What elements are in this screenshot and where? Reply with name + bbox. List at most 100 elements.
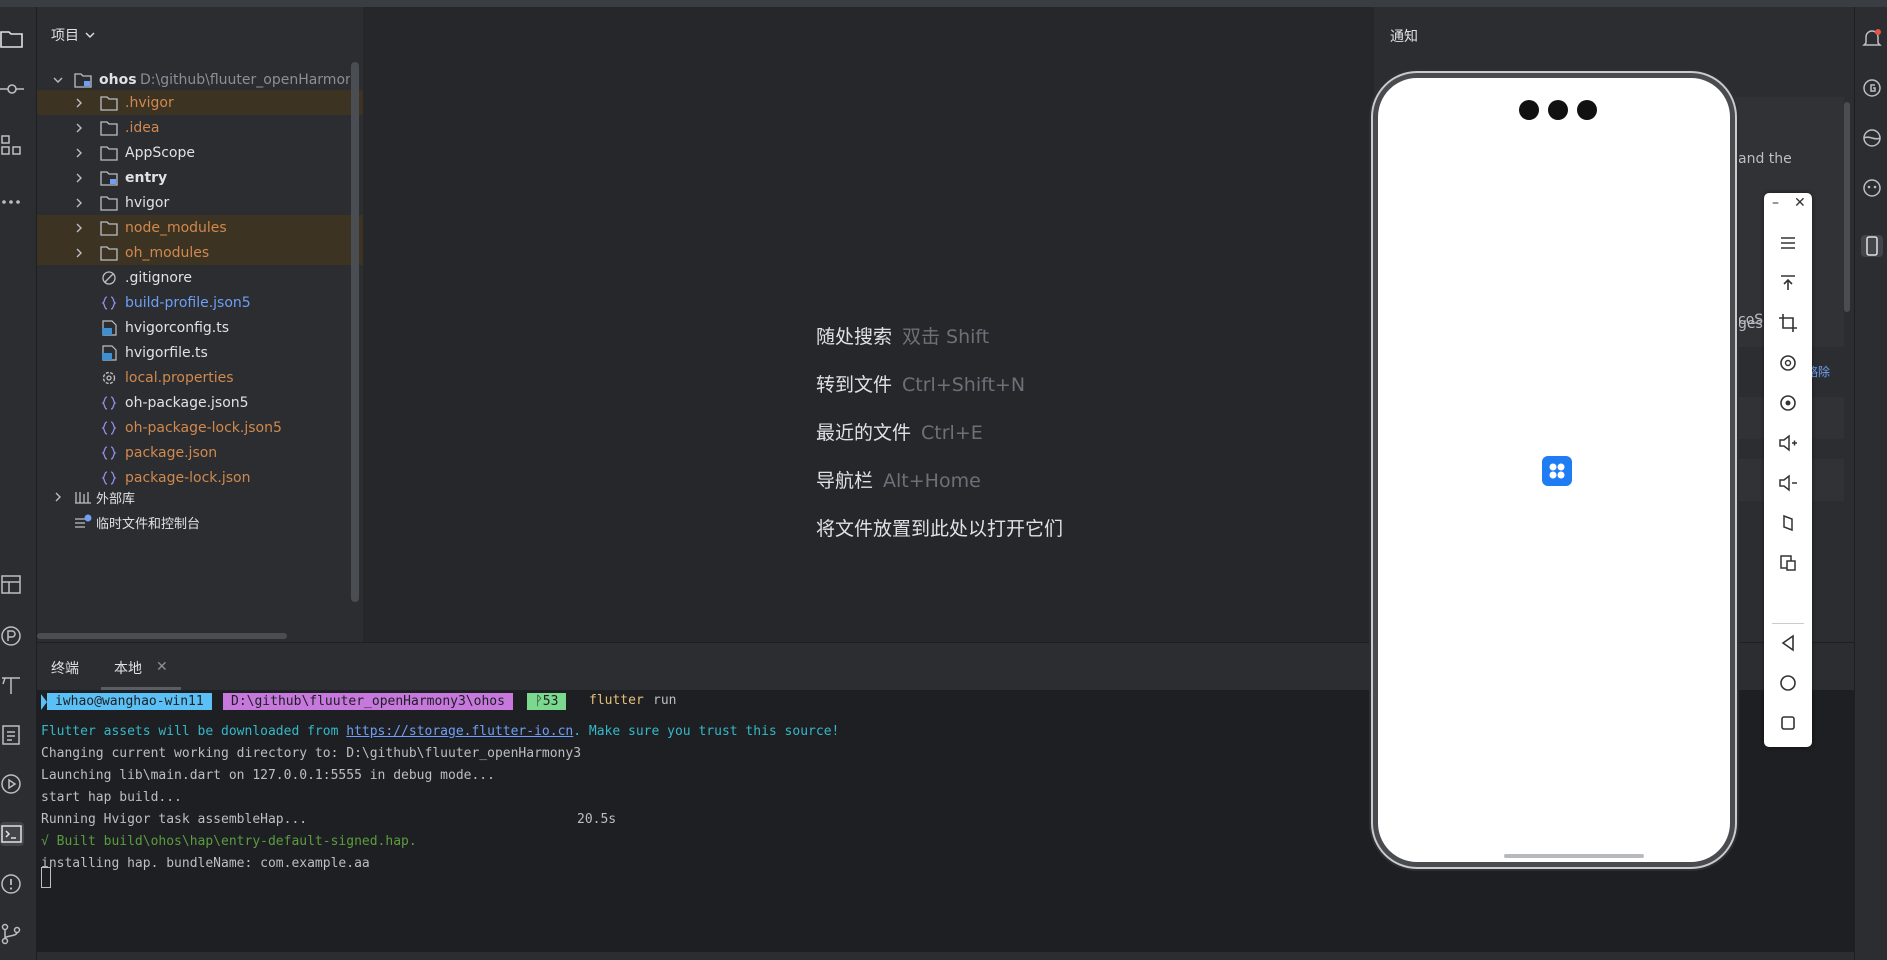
prompt-branch: ᚹ53	[527, 693, 567, 710]
device-manager-icon[interactable]	[1861, 235, 1883, 257]
module-folder-icon	[100, 170, 118, 186]
settings-file-icon	[102, 371, 116, 384]
terminal-tab-local[interactable]: 本地	[114, 658, 142, 678]
tree-item-label: hvigor	[125, 194, 170, 211]
tree-item[interactable]: .gitignore	[37, 265, 363, 290]
pin-top-icon[interactable]	[1778, 273, 1798, 293]
tree-item[interactable]: package.json	[37, 440, 363, 465]
tree-item[interactable]: oh_modules	[37, 240, 363, 265]
problems-icon[interactable]	[0, 872, 24, 896]
profiler-icon[interactable]	[0, 624, 24, 648]
tree-item[interactable]: node_modules	[37, 215, 363, 240]
tree-item[interactable]: entry	[37, 165, 363, 190]
tree-item[interactable]: oh-package-lock.json5	[37, 415, 363, 440]
minimize-icon[interactable]: –	[1772, 195, 1779, 211]
fold-icon[interactable]	[1778, 513, 1798, 533]
close-tab-icon[interactable]: ✕	[156, 659, 168, 675]
chevron-down-icon[interactable]	[53, 75, 63, 85]
project-folder-icon[interactable]	[0, 27, 24, 51]
terminal-tab-title[interactable]: 终端	[51, 658, 79, 678]
terminal-line: installing hap. bundleName: com.example.…	[41, 856, 370, 871]
crop-screenshot-icon[interactable]	[1778, 313, 1798, 333]
tree-item[interactable]: AppScope	[37, 140, 363, 165]
layout-icon[interactable]	[0, 573, 24, 597]
camera-dot	[1519, 100, 1539, 120]
chevron-down-icon	[85, 32, 95, 38]
tree-item[interactable]: oh-package.json5	[37, 390, 363, 415]
ai-assistant-icon[interactable]	[1861, 177, 1883, 199]
chevron-right-icon[interactable]	[53, 492, 63, 502]
chevron-right-icon[interactable]	[74, 198, 84, 208]
terminal-duration: 20.5s	[577, 812, 617, 827]
notifications-title: 通知	[1390, 29, 1418, 45]
json-file-icon	[101, 445, 117, 460]
tree-item[interactable]: build-profile.json5	[37, 290, 363, 315]
notifications-scrollbar[interactable]	[1844, 102, 1850, 312]
volume-up-icon[interactable]	[1778, 433, 1798, 453]
project-panel: 项目 ohos D:\github\fluuter_openHarmony3 .…	[37, 7, 363, 642]
project-horizontal-scrollbar[interactable]	[37, 633, 287, 639]
hint-action: 转到文件	[816, 374, 893, 396]
terminal-icon[interactable]	[0, 822, 24, 846]
copilot-icon[interactable]	[1861, 77, 1883, 99]
tree-item[interactable]: hvigorconfig.ts	[37, 315, 363, 340]
folder-icon	[100, 120, 118, 136]
terminal-line: Flutter assets will be downloaded from h…	[41, 724, 839, 739]
prompt-arg: run	[653, 693, 677, 708]
run-icon[interactable]	[0, 772, 24, 796]
close-icon[interactable]: ✕	[1794, 195, 1806, 211]
tree-scratches[interactable]: 临时文件和控制台	[37, 507, 363, 537]
tree-item[interactable]: .idea	[37, 115, 363, 140]
tree-item[interactable]: .hvigor	[37, 90, 363, 115]
menu-icon[interactable]	[1778, 233, 1798, 253]
terminal-text: Flutter assets will be downloaded from	[41, 724, 347, 739]
hint-shortcut: Alt+Home	[883, 470, 981, 492]
chevron-right-icon[interactable]	[74, 248, 84, 258]
rotate-icon[interactable]	[1778, 353, 1798, 373]
hint-shortcut: Ctrl+E	[921, 422, 983, 444]
project-vertical-scrollbar[interactable]	[351, 62, 359, 602]
project-panel-title: 项目	[51, 28, 79, 44]
terminal-link[interactable]: https://storage.flutter-io.cn	[346, 724, 573, 739]
prompt-path: D:\github\fluuter_openHarmony3\ohos	[223, 693, 513, 710]
prompt-command: flutter	[589, 693, 644, 708]
app-launch-icon[interactable]	[1542, 456, 1572, 486]
notifications-bell-icon[interactable]	[1861, 27, 1883, 49]
terminal-text: Changing current working directory to: D…	[41, 746, 582, 761]
more-icon[interactable]	[0, 190, 24, 214]
phone-emulator[interactable]	[1373, 73, 1735, 867]
terminal-text: start hap build...	[41, 790, 182, 805]
git-branch-icon[interactable]	[0, 922, 24, 946]
terminal-text: Launching lib\main.dart on 127.0.0.1:555…	[41, 768, 495, 783]
globe-icon[interactable]	[1861, 127, 1883, 149]
tree-item[interactable]: hvigorfile.ts	[37, 340, 363, 365]
structure-icon[interactable]	[0, 133, 24, 157]
chevron-right-icon[interactable]	[74, 223, 84, 233]
rotate-reverse-icon[interactable]	[1778, 393, 1798, 413]
home-icon[interactable]	[1778, 673, 1798, 693]
volume-down-icon[interactable]	[1778, 473, 1798, 493]
chevron-right-icon[interactable]	[74, 173, 84, 183]
chevron-right-icon[interactable]	[74, 123, 84, 133]
chevron-right-icon[interactable]	[74, 98, 84, 108]
project-panel-header[interactable]: 项目	[51, 25, 95, 45]
tree-item[interactable]: local.properties	[37, 365, 363, 390]
json-file-icon	[101, 295, 117, 310]
todo-icon[interactable]	[0, 723, 24, 747]
tree-item-label: build-profile.json5	[125, 294, 251, 311]
tree-item-label: hvigorconfig.ts	[125, 319, 230, 336]
back-icon[interactable]	[1778, 633, 1798, 653]
recents-icon[interactable]	[1778, 713, 1798, 733]
home-indicator[interactable]	[1504, 854, 1644, 858]
scratches-icon	[75, 514, 92, 528]
build-icon[interactable]	[0, 673, 24, 697]
chevron-right-icon[interactable]	[74, 148, 84, 158]
terminal-prompt: iwhao@wanghao-win11 D:\github\fluuter_op…	[37, 690, 937, 712]
multi-screen-icon[interactable]	[1778, 553, 1798, 573]
tree-item[interactable]: hvigor	[37, 190, 363, 215]
tree-item-label: oh-package-lock.json5	[125, 419, 282, 436]
folder-icon	[100, 195, 118, 211]
commit-icon[interactable]	[0, 77, 24, 101]
editor-hint: 将文件放置到此处以打开它们	[816, 514, 1063, 541]
tree-item-label: .idea	[125, 119, 160, 136]
